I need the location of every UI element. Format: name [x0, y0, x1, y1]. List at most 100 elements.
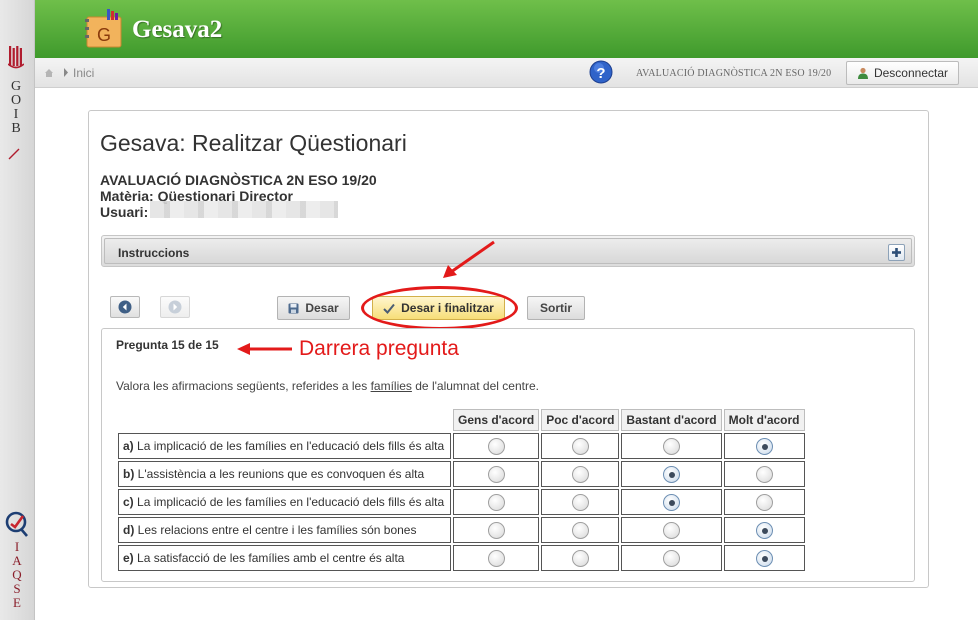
iaqse-logo-icon [5, 511, 28, 537]
check-icon [383, 303, 395, 314]
save-and-finish-button[interactable]: Desar i finalitzar [372, 296, 505, 320]
answer-radio[interactable] [571, 493, 589, 511]
option-cell [541, 489, 620, 515]
instructions-header[interactable]: Instruccions [104, 238, 912, 264]
logout-label: Desconnectar [873, 66, 949, 80]
plus-icon [892, 248, 901, 257]
answer-radio[interactable] [487, 521, 505, 539]
answer-radio[interactable] [487, 493, 505, 511]
app-logo-letter: G [97, 25, 111, 45]
evaluation-name: AVALUACIÓ DIAGNÒSTICA 2N ESO 19/20 [100, 172, 377, 188]
question-box: Pregunta 15 de 15 Darrera pregunta Valor… [101, 328, 915, 582]
answer-radio[interactable] [755, 437, 773, 455]
goib-logo-icon [8, 46, 24, 69]
save-icon [288, 303, 299, 313]
app-title: Gesava2 [132, 16, 223, 43]
table-row: a) La implicació de les famílies en l'ed… [118, 433, 805, 459]
svg-text:?: ? [596, 65, 605, 82]
exit-button[interactable]: Sortir [527, 296, 585, 320]
expand-button[interactable] [888, 244, 905, 261]
next-icon [168, 300, 182, 314]
answer-radio[interactable] [571, 437, 589, 455]
option-cell [453, 433, 540, 459]
column-header: Gens d'acord [453, 409, 540, 431]
redacted-username [150, 201, 338, 218]
statement-text: L'assistència a les reunions que es conv… [137, 467, 425, 481]
column-header: Poc d'acord [541, 409, 620, 431]
option-cell [541, 433, 620, 459]
answer-radio[interactable] [755, 549, 773, 567]
question-counter: Pregunta 15 de 15 [116, 338, 219, 352]
statement-cell: b) L'assistència a les reunions que es c… [118, 461, 451, 487]
option-cell [723, 461, 805, 487]
answer-radio[interactable] [571, 521, 589, 539]
option-cell [541, 517, 620, 543]
answer-radio[interactable] [487, 549, 505, 567]
answer-radio[interactable] [755, 493, 773, 511]
empty-header [118, 409, 451, 431]
option-cell [723, 489, 805, 515]
answer-radio[interactable] [663, 549, 681, 567]
likert-table: Gens d'acord Poc d'acord Bastant d'acord… [116, 407, 807, 573]
statement-cell: d) Les relacions entre el centre i les f… [118, 517, 451, 543]
breadcrumb-home[interactable]: Inici [73, 66, 94, 80]
questionnaire-panel: Gesava: Realitzar Qüestionari AVALUACIÓ … [88, 110, 929, 588]
option-cell [453, 461, 540, 487]
app-header: G Gesava2 [35, 0, 978, 58]
goib-slash-icon [8, 148, 20, 160]
option-cell [621, 489, 722, 515]
instructions-label: Instruccions [118, 246, 190, 260]
answer-radio[interactable] [755, 465, 773, 483]
user-icon [857, 67, 868, 79]
answer-radio[interactable] [663, 521, 681, 539]
table-row: c) La implicació de les famílies en l'ed… [118, 489, 805, 515]
statement-cell: e) La satisfacció de les famílies amb el… [118, 545, 451, 571]
instructions-panel[interactable]: Instruccions [101, 235, 915, 267]
statement-cell: a) La implicació de les famílies en l'ed… [118, 433, 451, 459]
statement-letter: d) [123, 523, 135, 537]
column-header: Bastant d'acord [621, 409, 722, 431]
option-cell [723, 433, 805, 459]
prev-icon [118, 300, 132, 314]
option-cell [541, 545, 620, 571]
logout-button[interactable]: Desconnectar [846, 61, 959, 85]
answer-radio[interactable] [663, 493, 681, 511]
goib-sidebar: G O I B I A Q S E [0, 0, 35, 620]
answer-radio[interactable] [663, 437, 681, 455]
next-question-button[interactable] [160, 296, 190, 318]
option-cell [621, 517, 722, 543]
question-statement: Valora les afirmacions següents, referid… [116, 379, 539, 393]
answer-radio[interactable] [571, 549, 589, 567]
underlined-word: famílies [370, 379, 412, 393]
previous-question-button[interactable] [110, 296, 140, 318]
home-icon[interactable] [44, 68, 54, 78]
app-logo-icon: G [85, 9, 122, 48]
iaqse-wordmark: I A Q S E [12, 539, 22, 610]
table-row: e) La satisfacció de les famílies amb el… [118, 545, 805, 571]
save-label: Desar [305, 301, 339, 315]
annotation-text: Darrera pregunta [299, 337, 459, 360]
page-title: Gesava: Realitzar Qüestionari [100, 130, 407, 156]
statement-letter: a) [123, 439, 134, 453]
option-cell [453, 489, 540, 515]
answer-radio[interactable] [663, 465, 681, 483]
chevron-right-icon [64, 68, 68, 77]
statement-text: La implicació de les famílies en l'educa… [137, 439, 445, 453]
statement-text: La satisfacció de les famílies amb el ce… [137, 551, 405, 565]
statement-letter: c) [123, 495, 134, 509]
answer-radio[interactable] [755, 521, 773, 539]
statement-letter: e) [123, 551, 134, 565]
statement-text: La implicació de les famílies en l'educa… [137, 495, 445, 509]
answer-radio[interactable] [487, 437, 505, 455]
save-button[interactable]: Desar [277, 296, 350, 320]
save-and-finish-label: Desar i finalitzar [401, 301, 494, 315]
option-cell [621, 433, 722, 459]
annotation-arrow-left-icon [237, 343, 292, 355]
option-cell [541, 461, 620, 487]
help-icon[interactable]: ? [589, 60, 613, 84]
answer-radio[interactable] [487, 465, 505, 483]
answer-radio[interactable] [571, 465, 589, 483]
statement-text: Les relacions entre el centre i les famí… [137, 523, 417, 537]
statement-letter: b) [123, 467, 135, 481]
breadcrumb-bar: Inici ? AVALUACIÓ DIAGNÒSTICA 2N ESO 19/… [35, 58, 978, 88]
